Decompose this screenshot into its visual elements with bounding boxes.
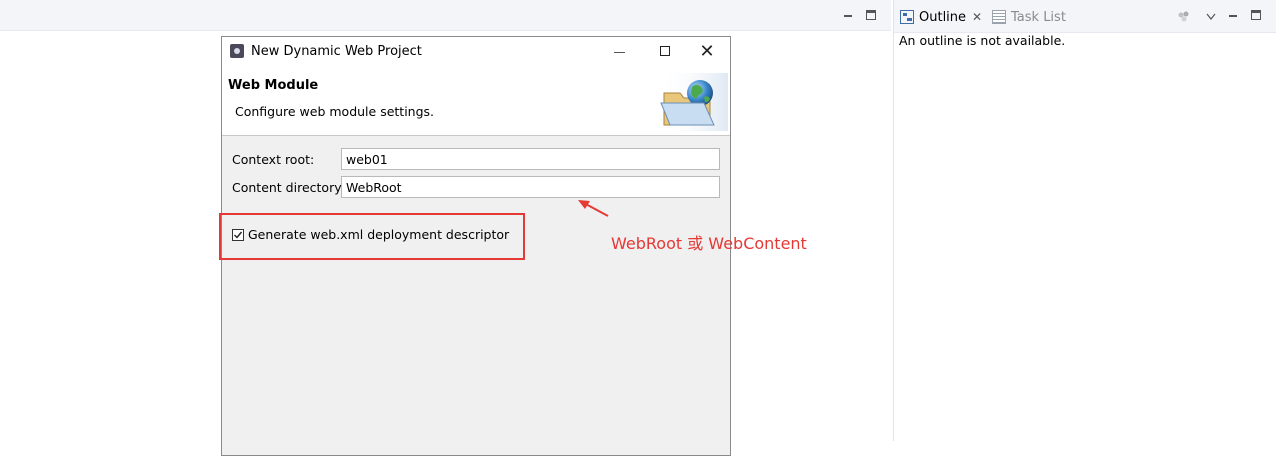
content-directory-input[interactable] bbox=[341, 176, 720, 198]
wizard-header: Web Module Configure web module settings… bbox=[222, 67, 730, 136]
outline-icon bbox=[900, 10, 914, 24]
annotation-text: WebRoot 或 WebContent bbox=[611, 234, 807, 253]
dialog-title: New Dynamic Web Project bbox=[251, 44, 422, 59]
dialog-titlebar: New Dynamic Web Project ✕ bbox=[222, 37, 730, 67]
dialog-minimize-button[interactable] bbox=[596, 37, 642, 67]
tab-outline[interactable]: Outline ✕ bbox=[900, 6, 982, 28]
editor-toolbar bbox=[0, 0, 891, 31]
context-root-input[interactable] bbox=[341, 148, 720, 170]
task-list-icon bbox=[992, 10, 1006, 24]
tab-task-list[interactable]: Task List bbox=[992, 6, 1066, 28]
dialog-close-button[interactable]: ✕ bbox=[684, 37, 730, 67]
context-root-label: Context root: bbox=[232, 152, 315, 167]
outline-view: Outline ✕ Task List An outline is not av… bbox=[893, 0, 1276, 441]
content-directory-label: Content directory: bbox=[232, 180, 345, 195]
wizard-page-description: Configure web module settings. bbox=[235, 104, 435, 119]
tab-task-list-label: Task List bbox=[1011, 9, 1066, 25]
dialog-maximize-button[interactable] bbox=[642, 37, 688, 67]
outline-maximize-button[interactable] bbox=[1251, 10, 1261, 20]
outline-minimize-button[interactable] bbox=[1228, 9, 1238, 19]
annotation-highlight-box bbox=[219, 213, 525, 260]
editor-minimize-button[interactable] bbox=[843, 9, 853, 19]
view-menu-icon[interactable] bbox=[1178, 10, 1190, 22]
close-icon[interactable]: ✕ bbox=[972, 10, 982, 24]
annotation-arrow bbox=[578, 200, 609, 217]
wizard-folder-globe-icon bbox=[658, 73, 728, 131]
tab-outline-label: Outline bbox=[919, 9, 967, 25]
wizard-page-title: Web Module bbox=[228, 78, 319, 93]
outline-empty-message: An outline is not available. bbox=[899, 33, 1066, 48]
eclipse-dialog-icon bbox=[230, 44, 244, 58]
chevron-down-icon[interactable] bbox=[1206, 10, 1216, 20]
editor-maximize-button[interactable] bbox=[866, 10, 876, 20]
outline-tab-bar: Outline ✕ Task List bbox=[894, 0, 1276, 33]
